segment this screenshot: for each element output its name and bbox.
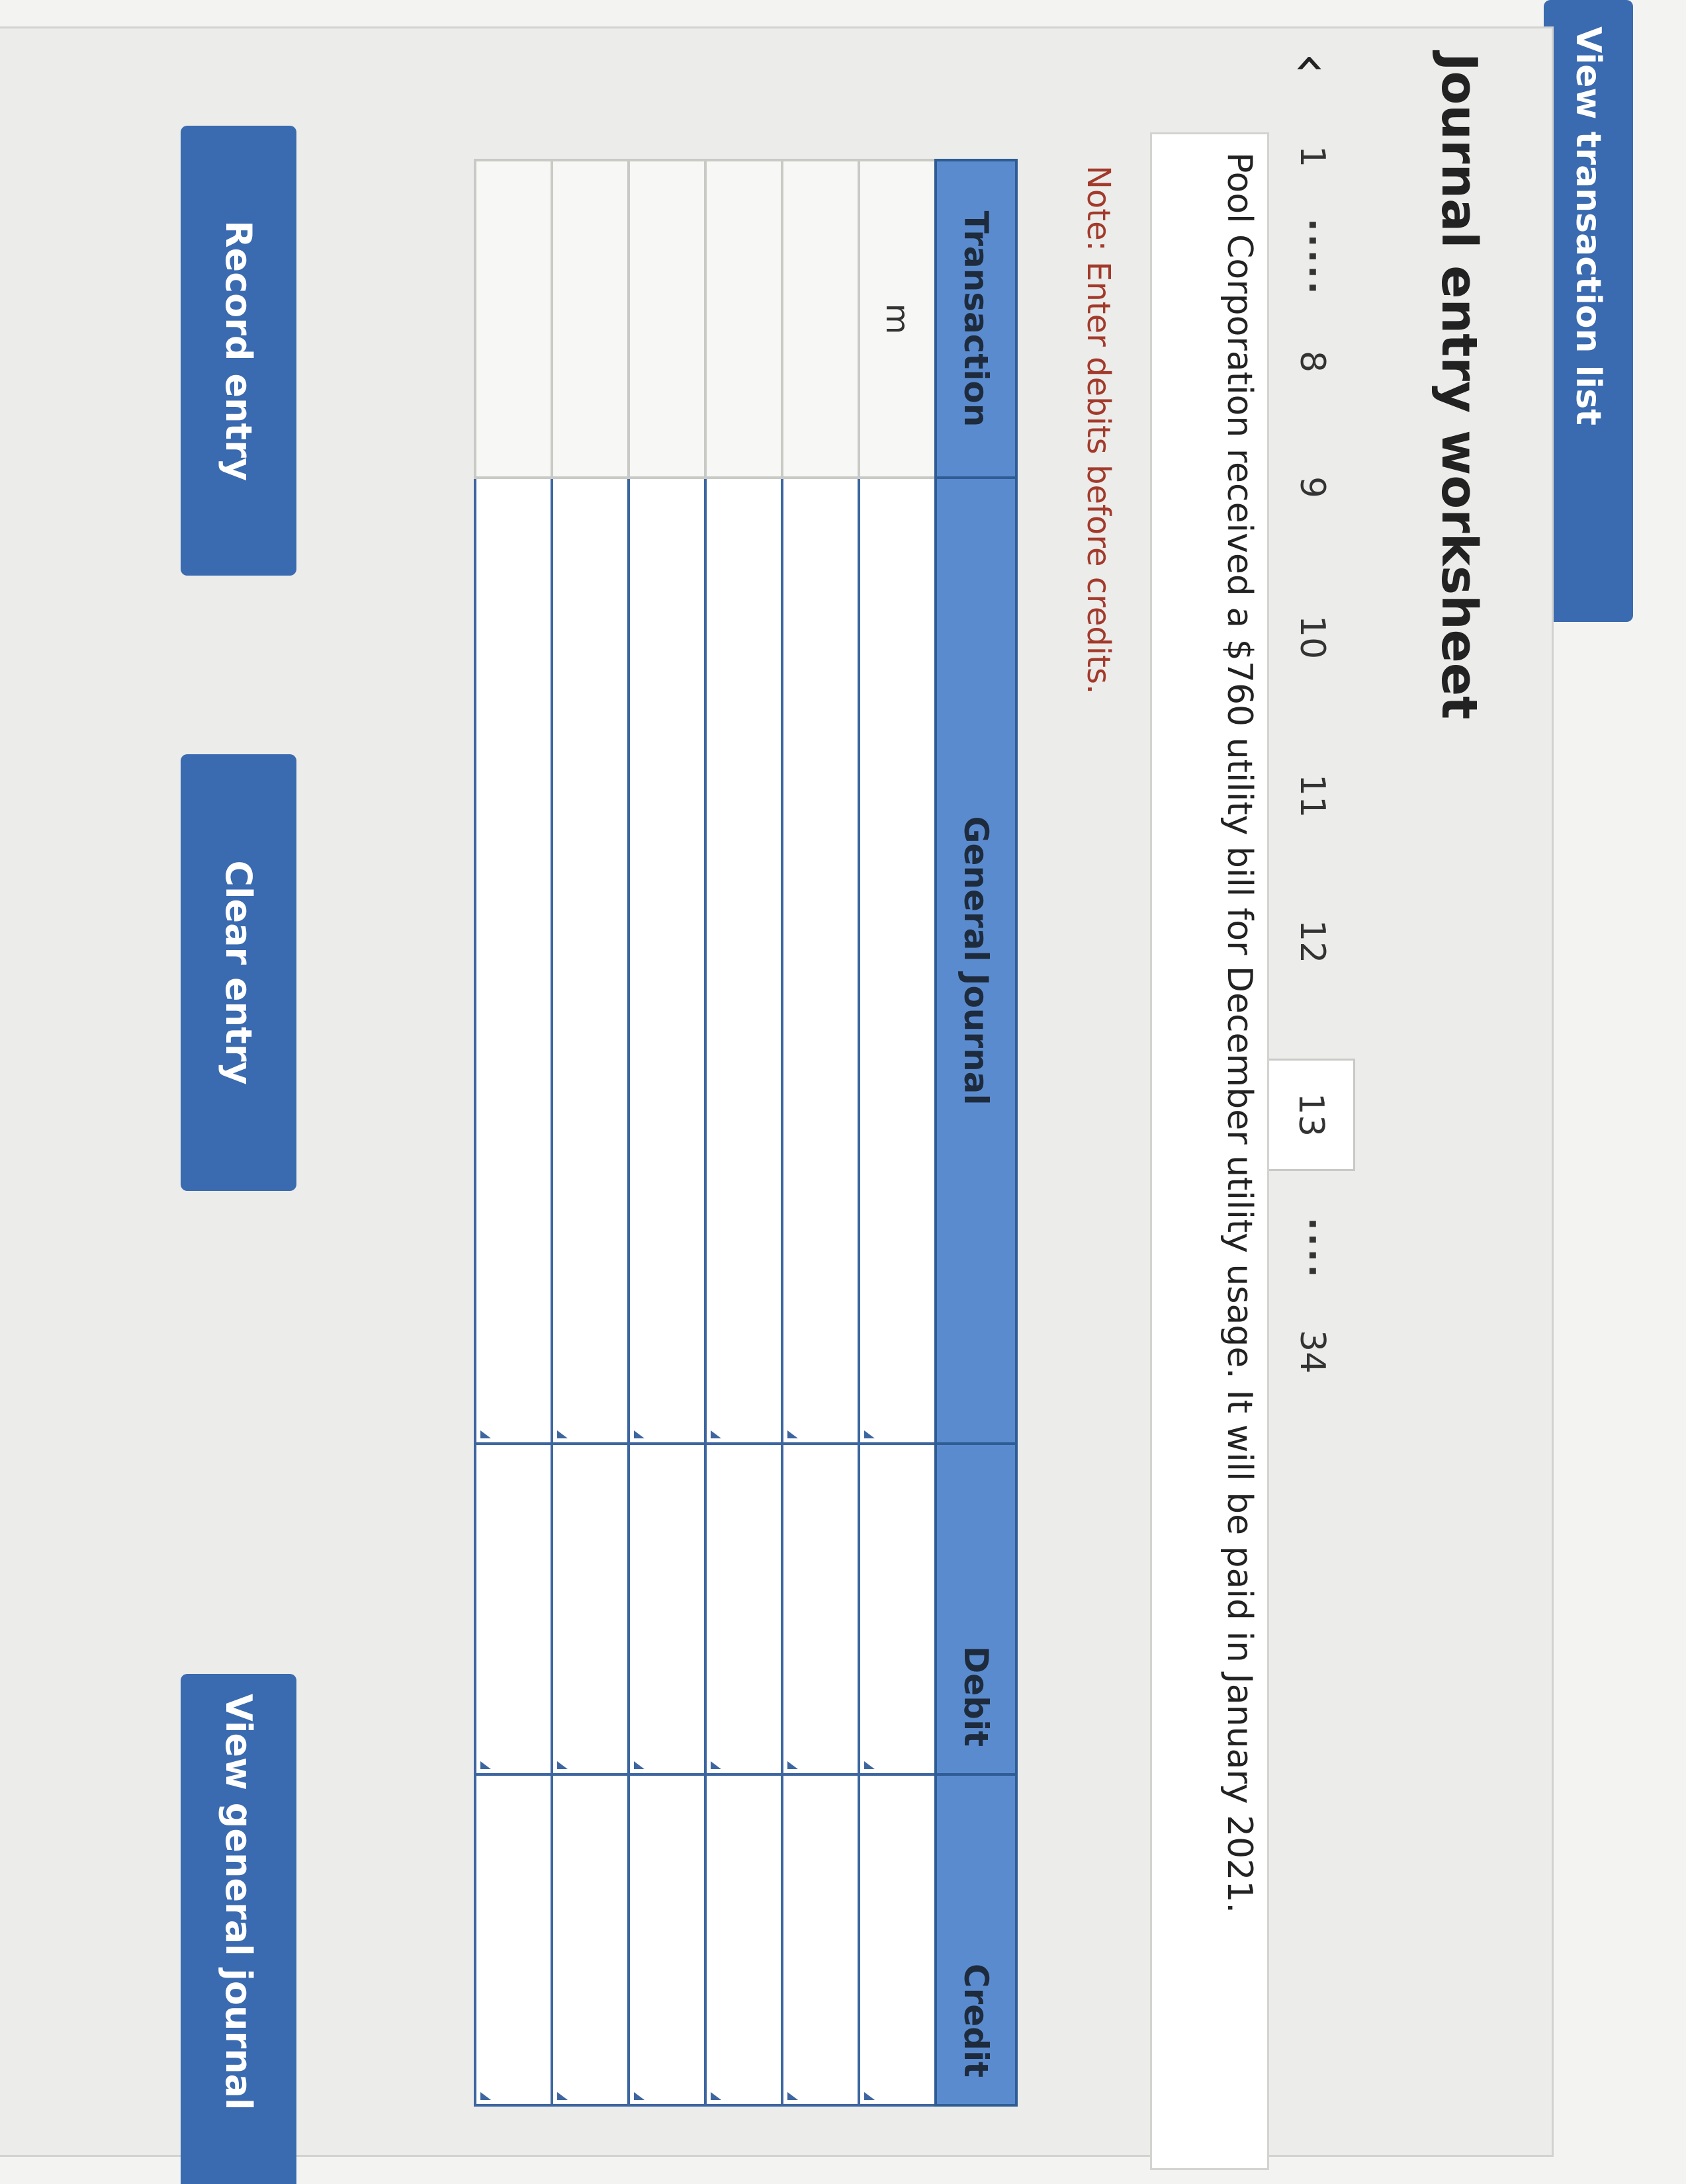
transaction-cell: [552, 160, 629, 478]
journal-entry-worksheet: View transaction list Journal entry work…: [0, 0, 1686, 2184]
table-row: m: [859, 160, 936, 2105]
table-header-row: Transaction General Journal Debit Credit: [936, 160, 1016, 2105]
record-entry-button[interactable]: Record entry: [181, 126, 296, 576]
table-row: [705, 160, 782, 2105]
account-input[interactable]: [629, 478, 705, 1444]
debit-input[interactable]: [552, 1444, 629, 1774]
column-header-transaction: Transaction: [936, 160, 1016, 478]
page-link-10[interactable]: 10: [1269, 615, 1355, 659]
page-title: Journal entry worksheet: [1431, 53, 1487, 720]
debit-input[interactable]: [475, 1444, 552, 1774]
transaction-description: Pool Corporation received a $760 utility…: [1220, 152, 1259, 1913]
view-transaction-list-button[interactable]: View transaction list: [1544, 0, 1633, 622]
page-link-8[interactable]: 8: [1269, 351, 1355, 372]
page-link-1[interactable]: 1: [1269, 146, 1355, 167]
debit-input[interactable]: [782, 1444, 859, 1774]
transaction-cell: [475, 160, 552, 478]
credit-input[interactable]: [705, 1774, 782, 2105]
page-link-34[interactable]: 34: [1269, 1330, 1355, 1374]
account-input[interactable]: [705, 478, 782, 1444]
table-row: [475, 160, 552, 2105]
account-input[interactable]: [552, 478, 629, 1444]
credit-input[interactable]: [859, 1774, 936, 2105]
page-link-11[interactable]: 11: [1269, 774, 1355, 818]
debit-input[interactable]: [859, 1444, 936, 1774]
account-input[interactable]: [475, 478, 552, 1444]
page-link-9[interactable]: 9: [1269, 476, 1355, 498]
view-general-journal-button[interactable]: View general journal: [181, 1674, 296, 2184]
table-row: [629, 160, 705, 2105]
pager-ellipsis: ·····: [1292, 218, 1332, 297]
clear-entry-button[interactable]: Clear entry: [181, 754, 296, 1191]
column-header-debit: Debit: [936, 1444, 1016, 1774]
table-row: [782, 160, 859, 2105]
column-header-credit: Credit: [936, 1774, 1016, 2105]
transaction-cell: m: [859, 160, 936, 478]
transaction-cell: [782, 160, 859, 478]
page-link-13-active[interactable]: 13: [1269, 1059, 1355, 1171]
table-row: [552, 160, 629, 2105]
account-input[interactable]: [859, 478, 936, 1444]
transaction-pager: ‹ 1 ····· 8 9 10 11 12 13 ···· 34: [1269, 53, 1355, 2170]
chevron-left-icon[interactable]: ‹: [1269, 53, 1355, 74]
credit-input[interactable]: [629, 1774, 705, 2105]
transaction-cell: [705, 160, 782, 478]
debit-input[interactable]: [629, 1444, 705, 1774]
pager-ellipsis-2: ····: [1292, 1217, 1332, 1281]
debit-input[interactable]: [705, 1444, 782, 1774]
credit-input[interactable]: [552, 1774, 629, 2105]
credit-input[interactable]: [475, 1774, 552, 2105]
credit-input[interactable]: [782, 1774, 859, 2105]
debits-before-credits-note: Note: Enter debits before credits.: [1080, 165, 1117, 695]
transaction-cell: [629, 160, 705, 478]
page-link-12[interactable]: 12: [1269, 920, 1355, 963]
column-header-general-journal: General Journal: [936, 478, 1016, 1444]
account-input[interactable]: [782, 478, 859, 1444]
general-journal-table: Transaction General Journal Debit Credit…: [474, 159, 1018, 2107]
